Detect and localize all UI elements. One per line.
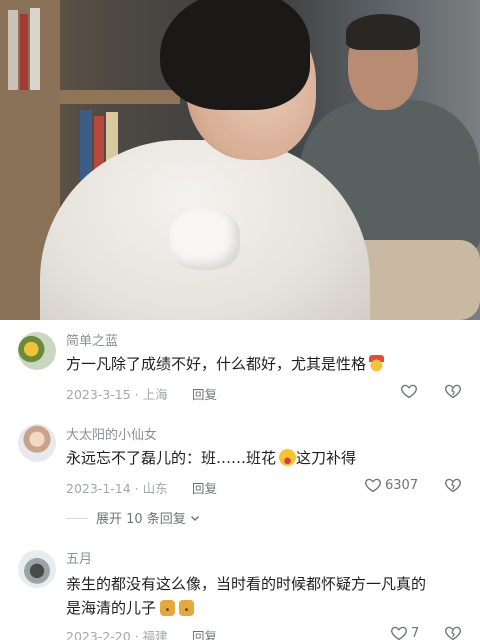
medal-emoji-icon <box>369 355 385 372</box>
comment-text-content: 方一凡除了成绩不好，什么都好，尤其是性格 <box>66 355 367 373</box>
book <box>80 110 92 180</box>
laughing-crying-emoji-icon <box>279 449 297 466</box>
like-button[interactable]: 6307 <box>364 476 418 494</box>
comment-text-after: 这刀补得 <box>296 449 357 467</box>
comment-text: 方一凡除了成绩不好，什么都好，尤其是性格 <box>66 352 466 376</box>
cat-emoji-icon <box>179 600 195 616</box>
video-frame[interactable] <box>0 0 480 320</box>
comment-item: 五月 亲生的都没有这么像，当时看的时候都怀疑方一凡真的 是海清的儿子 2023-… <box>0 544 480 640</box>
comment-item: 简单之蓝 方一凡除了成绩不好，什么都好，尤其是性格 2023-3-15 · 上海… <box>0 320 480 410</box>
avatar[interactable] <box>18 332 56 370</box>
book <box>8 10 18 90</box>
reply-button[interactable]: 回复 <box>192 384 217 403</box>
like-button[interactable]: 7 <box>390 624 419 640</box>
heart-icon <box>391 626 407 640</box>
expand-divider <box>66 518 88 519</box>
comment-list[interactable]: 简单之蓝 方一凡除了成绩不好，什么都好，尤其是性格 2023-3-15 · 上海… <box>0 320 480 640</box>
reply-button[interactable]: 回复 <box>192 626 217 640</box>
cat-emoji-icon <box>160 600 176 616</box>
username[interactable]: 五月 <box>66 548 92 567</box>
broken-heart-icon[interactable] <box>444 624 462 640</box>
blouse-bow <box>170 210 240 270</box>
broken-heart-icon[interactable] <box>444 382 462 400</box>
comment-text-line2: 是海清的儿子 <box>66 599 157 617</box>
heart-icon <box>401 384 417 399</box>
heart-icon <box>365 478 381 493</box>
username[interactable]: 大太阳的小仙女 <box>66 424 157 443</box>
avatar[interactable] <box>18 424 56 462</box>
comment-text: 亲生的都没有这么像，当时看的时候都怀疑方一凡真的 是海清的儿子 <box>66 572 466 620</box>
date-location: 2023-1-14 · 山东 <box>66 481 168 496</box>
book <box>30 8 40 90</box>
chevron-down-icon <box>190 515 199 521</box>
shelf-board <box>60 90 180 104</box>
comment-item: 大太阳的小仙女 永远忘不了磊儿的：班……班花 这刀补得 2023-1-14 · 山… <box>0 416 480 531</box>
like-count: 7 <box>411 625 420 640</box>
book <box>20 14 28 90</box>
date-location: 2023-2-20 · 福建 <box>66 629 168 640</box>
like-count: 6307 <box>385 477 419 493</box>
expand-replies-button[interactable]: 展开 10 条回复 <box>96 508 200 527</box>
username[interactable]: 简单之蓝 <box>66 330 118 349</box>
like-button[interactable] <box>400 382 418 400</box>
expand-replies-label: 展开 10 条回复 <box>96 512 186 527</box>
comment-text-before: 永远忘不了磊儿的：班……班花 <box>66 449 277 467</box>
avatar[interactable] <box>18 550 56 588</box>
comment-text: 永远忘不了磊儿的：班……班花 这刀补得 <box>66 446 466 470</box>
woman-hair <box>160 0 310 110</box>
broken-heart-icon[interactable] <box>444 476 462 494</box>
reply-button[interactable]: 回复 <box>192 478 217 497</box>
date-location: 2023-3-15 · 上海 <box>66 387 168 402</box>
comment-text-line1: 亲生的都没有这么像，当时看的时候都怀疑方一凡真的 <box>66 575 427 593</box>
